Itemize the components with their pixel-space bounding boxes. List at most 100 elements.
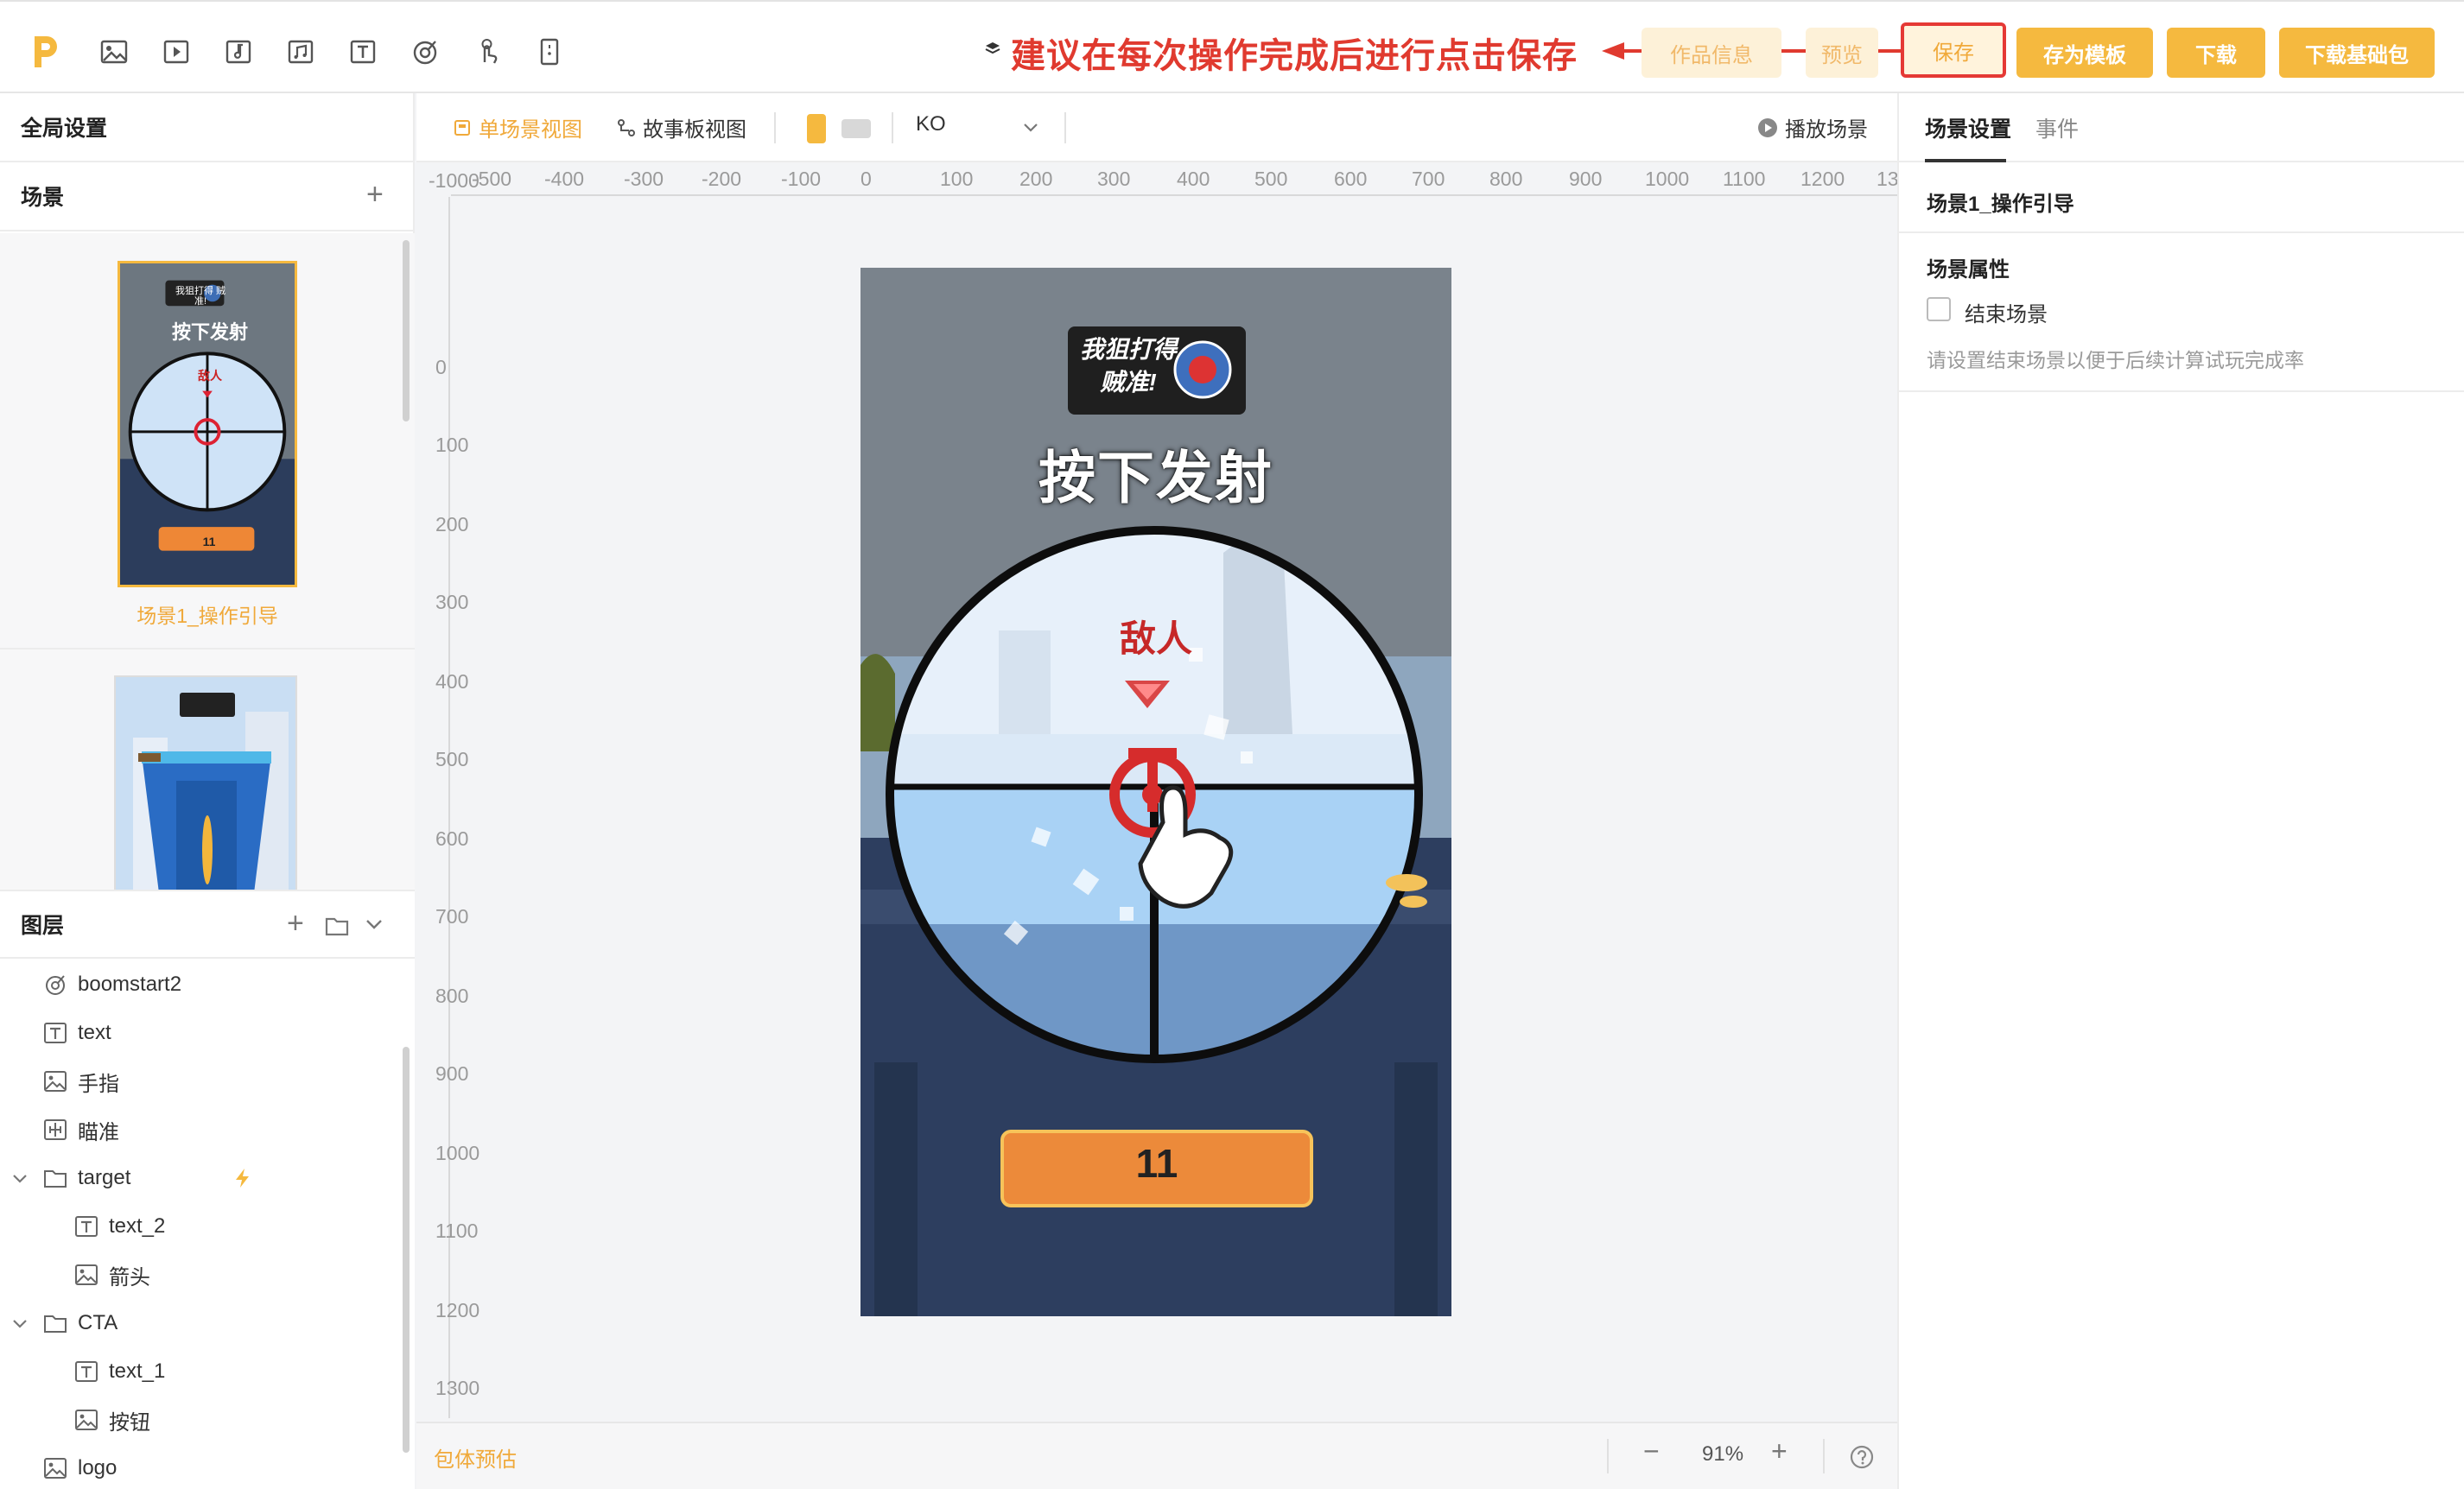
game-stage[interactable]: 我狙打得 贼准! 按下发射 敌人 11 <box>860 268 1451 1316</box>
zoom-out-button[interactable]: − <box>1643 1435 1660 1467</box>
scene-thumbnail-2[interactable] <box>114 675 297 890</box>
music-icon[interactable] <box>283 35 318 69</box>
folder-icon[interactable] <box>325 916 349 936</box>
layer-row[interactable]: boomstart2 <box>0 960 406 1009</box>
scenes-title: 场景 <box>21 186 65 210</box>
ruler-label: 900 <box>435 1062 469 1085</box>
ruler-label: 300 <box>1097 168 1131 190</box>
layers-scrollbar[interactable] <box>403 1047 410 1453</box>
ruler-label: 400 <box>435 670 469 693</box>
help-icon[interactable] <box>1849 1444 1875 1470</box>
thumb-enemy: 敌人 <box>198 369 222 383</box>
bottom-divider <box>1823 1439 1825 1473</box>
ruler-label: -400 <box>544 168 585 190</box>
layer-row[interactable]: 按钮 <box>0 1396 406 1444</box>
play-scene-button[interactable]: 播放场景 <box>1757 112 1868 143</box>
global-settings-label: 全局设置 <box>21 117 108 141</box>
layer-label: text_1 <box>109 1359 166 1383</box>
layer-label: text_2 <box>109 1214 166 1238</box>
end-scene-checkbox[interactable] <box>1927 297 1951 321</box>
image-icon <box>44 1458 67 1479</box>
download-base-button[interactable]: 下载基础包 <box>2279 28 2435 78</box>
ruler-label: 200 <box>1019 168 1053 190</box>
work-info-button[interactable]: 作品信息 <box>1642 28 1781 78</box>
tab-events[interactable]: 事件 <box>2035 112 2079 143</box>
video-icon[interactable] <box>159 35 194 69</box>
ruler-label: -300 <box>624 168 664 190</box>
chevron-down-icon[interactable] <box>365 917 384 931</box>
layer-row[interactable]: text_2 <box>0 1202 406 1251</box>
chevron-down-icon[interactable] <box>1021 121 1040 135</box>
scene-list: 我狙打得 贼准! 按下发射 敌人 11 场景1_操作引导 <box>0 233 415 890</box>
text-icon[interactable] <box>346 35 380 69</box>
language-select[interactable]: KO <box>916 112 946 136</box>
ruler-label: 600 <box>435 827 469 850</box>
add-scene-icon[interactable]: + <box>366 178 384 212</box>
layer-row[interactable]: 箭头 <box>0 1251 406 1299</box>
ruler-label: 700 <box>1412 168 1445 190</box>
layer-label: text <box>78 1021 111 1044</box>
layer-label: 箭头 <box>109 1265 150 1289</box>
size-estimate-link[interactable]: 包体预估 <box>434 1442 517 1473</box>
top-toolbar: 建议在每次操作完成后进行点击保存 作品信息 预览 保存 存为模板 下载 下载基础… <box>0 0 2464 93</box>
layer-row[interactable]: target <box>0 1154 406 1202</box>
ruler-label: 900 <box>1569 168 1603 190</box>
horizontal-ruler: -1000 -500 -400 -300 -200 -100 0 100 200… <box>416 162 1899 197</box>
touch-icon[interactable] <box>470 35 505 69</box>
sprite-icon <box>44 1119 67 1140</box>
ruler-label: 1300 <box>435 1377 480 1399</box>
end-scene-hint: 请设置结束场景以便于后续计算试玩完成率 <box>1927 349 2304 371</box>
text-icon <box>75 1216 98 1237</box>
landscape-orientation-toggle[interactable] <box>841 119 871 138</box>
layers-icon <box>983 40 1002 63</box>
left-panel: 全局设置 场景 + 我狙打得 贼准! 按下发射 敌人 11 场景1_操作引导 图… <box>0 93 415 1489</box>
target-icon <box>46 975 65 995</box>
ruler-label: 400 <box>1177 168 1210 190</box>
stage-badge-text: 我狙打得 贼准! <box>1079 336 1177 396</box>
audio-icon[interactable] <box>221 35 256 69</box>
ruler-label: 700 <box>435 905 469 928</box>
device-icon[interactable] <box>532 35 567 69</box>
layer-row[interactable]: text <box>0 1009 406 1057</box>
target-icon[interactable] <box>408 35 442 69</box>
toolbar-divider <box>774 112 776 143</box>
global-settings-header[interactable]: 全局设置 <box>0 93 413 162</box>
save-template-button[interactable]: 存为模板 <box>2016 28 2153 78</box>
layer-row[interactable]: logo <box>0 1444 406 1489</box>
layer-row[interactable]: 手指 <box>0 1057 406 1106</box>
zoom-in-button[interactable]: + <box>1771 1435 1788 1467</box>
image-icon[interactable] <box>97 35 131 69</box>
thumb-title: 按下发射 <box>171 321 248 343</box>
layer-row[interactable]: text_1 <box>0 1347 406 1396</box>
ruler-label: 100 <box>435 434 469 456</box>
layer-label: 按钮 <box>109 1410 150 1435</box>
stage-title: 按下发射 <box>1038 446 1273 510</box>
scene-1-label[interactable]: 场景1_操作引导 <box>0 599 415 629</box>
add-layer-icon[interactable]: + <box>287 907 304 941</box>
end-scene-label: 结束场景 <box>1965 303 2048 326</box>
portrait-orientation-toggle[interactable] <box>807 114 826 143</box>
scenes-header: 场景 + <box>0 162 413 231</box>
chevron-down-icon[interactable] <box>10 1169 29 1188</box>
chevron-down-icon[interactable] <box>10 1314 29 1333</box>
folder-icon <box>44 1315 67 1333</box>
preview-button[interactable]: 预览 <box>1806 28 1878 78</box>
app-logo <box>35 36 57 67</box>
layer-label: boomstart2 <box>78 973 182 996</box>
save-button[interactable]: 保存 <box>1901 22 2006 78</box>
ruler-label: 0 <box>860 168 872 190</box>
ruler-label: 500 <box>1254 168 1288 190</box>
tab-scene-settings[interactable]: 场景设置 <box>1925 112 2011 143</box>
props-divider <box>1899 390 2464 392</box>
layer-label: target <box>78 1166 131 1189</box>
download-button[interactable]: 下载 <box>2167 28 2265 78</box>
canvas-area: 单场景视图 故事板视图 KO 播放场景 -100 0 -500 -400 -300 <box>416 93 1899 1489</box>
play-icon <box>1758 117 1777 137</box>
storyboard-view-tab[interactable]: 故事板视图 <box>617 112 746 143</box>
scene-thumbnail-1[interactable]: 我狙打得 贼准! 按下发射 敌人 11 <box>117 261 297 587</box>
ruler-label: -100 <box>781 168 822 190</box>
scene-scrollbar[interactable] <box>403 240 410 421</box>
single-scene-view-tab[interactable]: 单场景视图 <box>453 112 582 143</box>
layer-row[interactable]: 瞄准 <box>0 1106 406 1154</box>
layer-row[interactable]: CTA <box>0 1299 406 1347</box>
